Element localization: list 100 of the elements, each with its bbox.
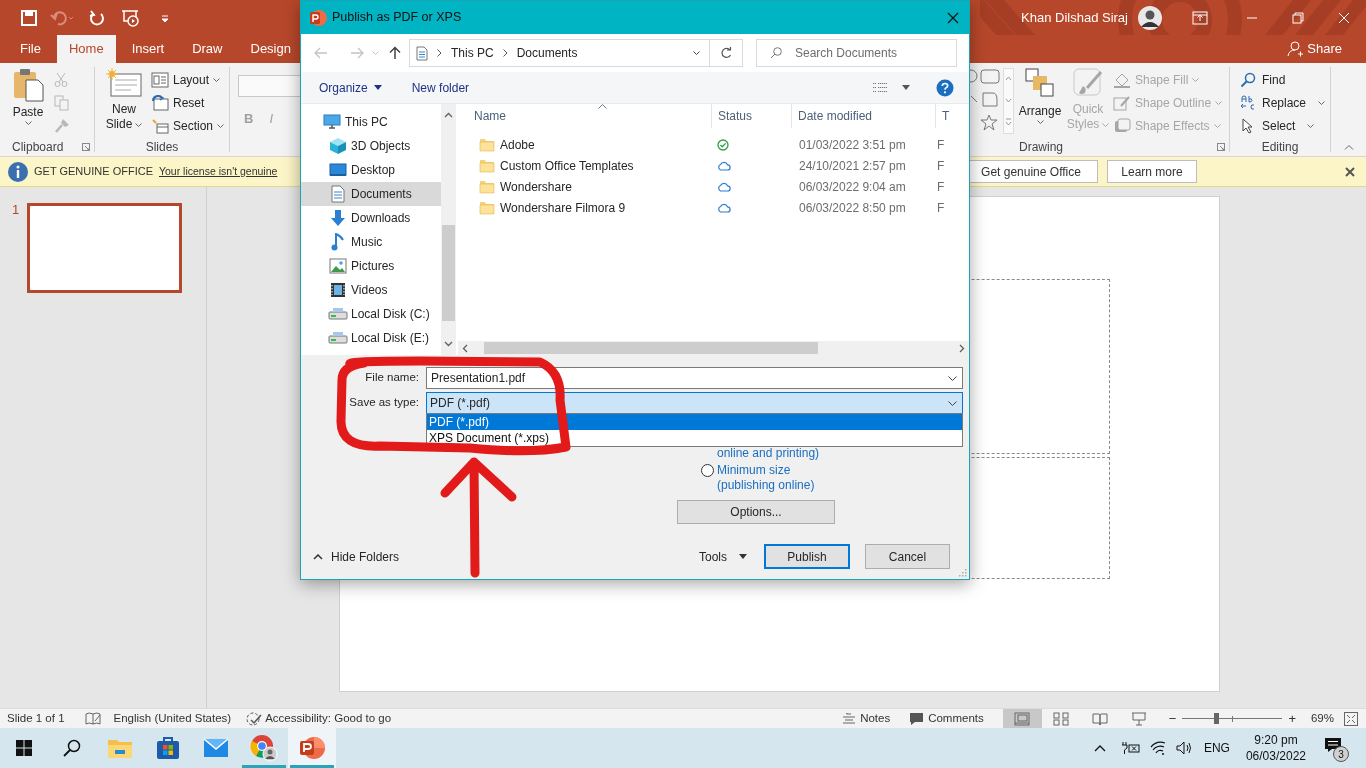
nav-item[interactable]: Pictures	[301, 254, 441, 278]
scroll-left-icon[interactable]	[462, 343, 468, 353]
new-folder-button[interactable]: New folder	[411, 78, 470, 97]
refresh-icon[interactable]	[720, 47, 732, 59]
clock-date[interactable]: 06/03/2022	[1245, 748, 1306, 764]
browser-icon[interactable]	[250, 734, 278, 762]
dialog-launcher-icon[interactable]	[1217, 143, 1225, 151]
zoom-in-button[interactable]: +	[1288, 708, 1296, 729]
organize-button[interactable]: Organize	[319, 78, 382, 97]
up-arrow-icon[interactable]	[389, 46, 401, 60]
scroll-thumb[interactable]	[442, 225, 455, 321]
nav-item[interactable]: Downloads	[301, 206, 441, 230]
nav-item[interactable]: Local Disk (E:)	[301, 326, 441, 350]
zoom-out-button[interactable]: −	[1168, 708, 1177, 729]
arrange-button[interactable]: Arrange	[1017, 68, 1063, 138]
show-hidden-icons[interactable]	[1093, 744, 1106, 752]
radio-label[interactable]: Minimum size (publishing online)	[717, 463, 815, 493]
comments-button[interactable]: Comments	[928, 709, 984, 728]
clock-time[interactable]: 9:20 pm	[1254, 732, 1298, 748]
cancel-button[interactable]: Cancel	[865, 544, 950, 569]
publish-button[interactable]: Publish	[764, 544, 850, 569]
column-header[interactable]: Name	[458, 104, 712, 128]
column-header[interactable]: Date modified	[792, 104, 936, 128]
file-row[interactable]: Adobe 01/03/2022 3:51 pm F	[458, 134, 969, 155]
breadcrumb[interactable]: Documents	[516, 44, 578, 62]
customize-icon[interactable]	[160, 12, 170, 23]
ribbon-tab[interactable]: Draw	[180, 35, 235, 63]
view-button[interactable]	[1002, 708, 1042, 729]
ribbon-display-icon[interactable]	[1192, 10, 1208, 25]
options-button[interactable]: Options...	[677, 500, 835, 524]
resize-grip-icon[interactable]	[958, 568, 967, 577]
ribbon-button[interactable]: Replace	[1240, 91, 1330, 114]
nav-item[interactable]: Videos	[301, 278, 441, 302]
ribbon-button[interactable]: Reset	[151, 91, 225, 114]
ribbon-button[interactable]: Section	[151, 114, 225, 137]
avatar-icon[interactable]	[1138, 5, 1162, 30]
new-slide-button[interactable]: New Slide	[103, 68, 145, 138]
nav-item[interactable]: Local Disk (C:)	[301, 302, 441, 326]
ribbon-button[interactable]: Find	[1240, 68, 1330, 91]
folder-icon[interactable]	[107, 737, 133, 759]
caret-icon[interactable]	[902, 85, 910, 90]
repeat-icon[interactable]	[89, 9, 105, 26]
view-options-icon[interactable]	[872, 81, 888, 94]
ribbon-button[interactable]: Layout	[151, 68, 225, 91]
column-header[interactable]: T	[936, 104, 950, 128]
dialog-launcher-icon[interactable]	[82, 143, 90, 151]
input-language[interactable]: ENG	[1203, 739, 1230, 757]
fit-slide-icon[interactable]	[1344, 711, 1358, 726]
zoom-slider[interactable]	[1182, 712, 1283, 725]
accessibility-icon[interactable]	[245, 710, 264, 727]
license-link[interactable]: Your license isn't genuine	[159, 163, 278, 180]
file-row[interactable]: Wondershare Filmora 9 06/03/2022 8:50 pm F	[458, 197, 969, 218]
battery-icon[interactable]	[1119, 741, 1140, 755]
search-field[interactable]: Search Documents	[756, 39, 957, 67]
file-type-dropdown[interactable]: PDF (*.pdf)	[426, 392, 963, 414]
notes-button[interactable]: Notes	[860, 709, 891, 728]
scroll-right-icon[interactable]	[959, 343, 965, 353]
file-name-input[interactable]: Presentation1.pdf	[427, 369, 948, 387]
scrollbar[interactable]	[458, 341, 969, 355]
mail-icon[interactable]	[203, 738, 229, 758]
spelling-icon[interactable]	[84, 711, 101, 726]
radio-button[interactable]	[701, 464, 714, 477]
windows-start-icon[interactable]	[16, 740, 32, 756]
scroll-down-icon[interactable]	[444, 341, 453, 347]
close-icon[interactable]	[947, 11, 959, 24]
store-icon[interactable]	[156, 736, 180, 760]
volume-icon[interactable]	[1175, 741, 1194, 755]
dropdown-option[interactable]: PDF (*.pdf)	[427, 414, 962, 430]
scroll-thumb[interactable]	[484, 342, 818, 354]
wifi-icon[interactable]	[1149, 741, 1166, 755]
info-button[interactable]: Learn more	[1107, 160, 1197, 183]
share-button[interactable]: Share	[1287, 39, 1342, 59]
scroll-up-icon[interactable]	[444, 112, 453, 118]
search-icon[interactable]	[63, 739, 81, 757]
address-bar[interactable]: This PC Documents	[409, 39, 743, 67]
nav-item[interactable]: Desktop	[301, 158, 441, 182]
restore-icon[interactable]	[1292, 11, 1304, 24]
column-header[interactable]: Status	[712, 104, 792, 128]
hide-folders-button[interactable]: Hide Folders	[313, 547, 400, 566]
close-icon[interactable]	[1345, 166, 1355, 177]
help-icon[interactable]	[936, 78, 954, 97]
search-input[interactable]: Search Documents	[795, 44, 955, 62]
scrollbar[interactable]	[441, 104, 456, 355]
breadcrumb[interactable]: This PC	[451, 44, 494, 62]
nav-item[interactable]: Documents	[301, 182, 441, 206]
ribbon-tab[interactable]: Insert	[119, 35, 177, 63]
file-name-field[interactable]: Presentation1.pdf	[426, 367, 963, 389]
paste-button[interactable]: Paste	[8, 68, 48, 138]
ribbon-tab[interactable]: Design	[238, 35, 303, 63]
ribbon-tab[interactable]: File	[8, 35, 53, 63]
zoom-level[interactable]: 69%	[1310, 709, 1334, 728]
zoom-thumb[interactable]	[1214, 713, 1220, 724]
slide-thumbnail[interactable]	[27, 203, 183, 293]
presentation-app-icon[interactable]	[299, 735, 325, 761]
nav-item[interactable]: Music	[301, 230, 441, 254]
nav-item[interactable]: This PC	[301, 110, 441, 134]
ribbon-tab[interactable]: Home	[56, 35, 116, 63]
tools-button[interactable]: Tools	[699, 547, 747, 566]
ribbon-button[interactable]: Select	[1240, 114, 1330, 137]
slideshow-icon[interactable]	[121, 8, 141, 27]
